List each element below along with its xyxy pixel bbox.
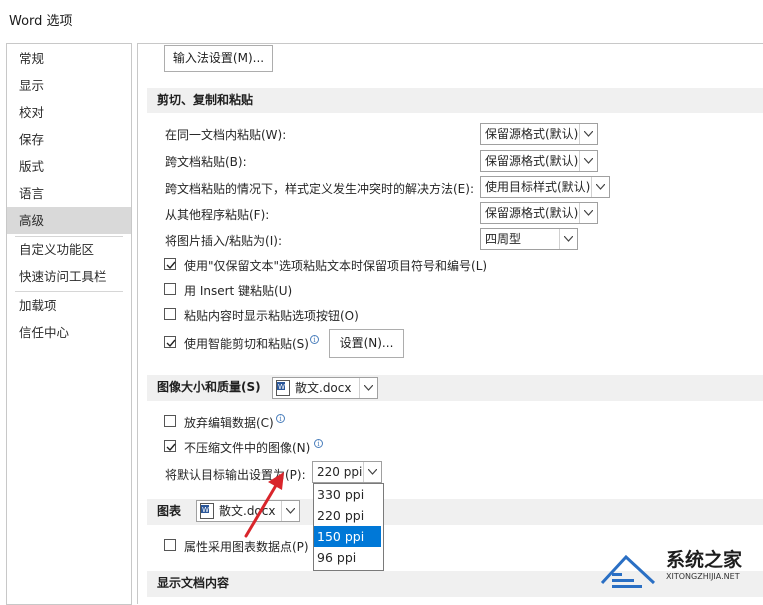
sidebar-item-trust-center[interactable]: 信任中心	[7, 319, 131, 346]
paste-between-docs-label: 跨文档粘贴(B):	[165, 155, 247, 169]
no-compress-images-checkbox[interactable]	[164, 440, 176, 452]
chevron-down-icon	[579, 151, 597, 171]
window-title: Word 选项	[9, 14, 73, 29]
keep-bullets-label: 使用"仅保留文本"选项粘贴文本时保留项目符号和编号(L)	[184, 259, 488, 273]
resolution-option[interactable]: 220 ppi	[314, 505, 381, 526]
resolution-options-list: 330 ppi 220 ppi 150 ppi 96 ppi	[313, 483, 384, 571]
keep-bullets-checkbox[interactable]	[164, 258, 176, 270]
sidebar-item-general[interactable]: 常规	[7, 45, 131, 72]
resolution-option-highlighted[interactable]: 150 ppi	[314, 526, 381, 547]
red-arrow-annotation	[244, 472, 284, 538]
chevron-down-icon	[559, 229, 577, 249]
smart-cut-paste-checkbox[interactable]	[164, 336, 176, 348]
sidebar-item-language[interactable]: 语言	[7, 180, 131, 207]
sidebar-item-save[interactable]: 保存	[7, 126, 131, 153]
insert-key-paste-label: 用 Insert 键粘贴(U)	[184, 284, 293, 298]
info-icon: i	[310, 335, 319, 344]
sidebar-item-customize-ribbon[interactable]: 自定义功能区	[7, 236, 131, 263]
discard-edit-data-label: 放弃编辑数据(C)	[184, 416, 274, 430]
sidebar-item-proofing[interactable]: 校对	[7, 99, 131, 126]
ime-settings-button[interactable]: 输入法设置(M)...	[164, 45, 273, 72]
paste-same-doc-label: 在同一文档内粘贴(W):	[165, 128, 287, 142]
watermark-logo: 系统之家 XITONGZHIJIA.NET	[596, 537, 763, 597]
chart-data-point-checkbox[interactable]	[164, 539, 176, 551]
paste-between-docs-dropdown[interactable]: 保留源格式(默认)	[480, 150, 598, 172]
dropdown-value: 四周型	[485, 232, 522, 246]
sidebar-item-advanced[interactable]: 高级	[7, 207, 131, 234]
sidebar-item-display[interactable]: 显示	[7, 72, 131, 99]
insert-picture-label: 将图片插入/粘贴为(I):	[165, 234, 282, 248]
paste-other-programs-label: 从其他程序粘贴(F):	[165, 208, 270, 222]
watermark-url: XITONGZHIJIA.NET	[666, 572, 740, 581]
word-doc-icon: W	[276, 380, 290, 396]
word-doc-icon: W	[200, 503, 214, 519]
dropdown-value: 散文.docx	[295, 381, 352, 395]
style-conflict-label: 跨文档粘贴的情况下，样式定义发生冲突时的解决方法(E):	[165, 182, 474, 196]
sidebar: 常规 显示 校对 保存 版式 语言 高级 自定义功能区 快速访问工具栏 加载项 …	[6, 43, 132, 605]
insert-picture-dropdown[interactable]: 四周型	[480, 228, 578, 250]
style-conflict-dropdown[interactable]: 使用目标样式(默认)	[480, 176, 610, 198]
info-icon: i	[314, 439, 323, 448]
chevron-down-icon	[591, 177, 609, 197]
show-paste-options-label: 粘贴内容时显示粘贴选项按钮(O)	[184, 309, 359, 323]
image-quality-document-dropdown[interactable]: W 散文.docx	[272, 377, 378, 399]
section-header-image-quality: 图像大小和质量(S)	[147, 375, 763, 401]
title-bar: Word 选项	[0, 0, 763, 36]
dropdown-value: 保留源格式(默认)	[485, 154, 579, 168]
sidebar-item-quick-access-toolbar[interactable]: 快速访问工具栏	[7, 263, 131, 290]
smart-cut-paste-label: 使用智能剪切和粘贴(S)	[184, 337, 309, 351]
resolution-option[interactable]: 330 ppi	[314, 484, 381, 505]
svg-text:W: W	[202, 506, 209, 514]
insert-key-paste-checkbox[interactable]	[164, 283, 176, 295]
svg-text:W: W	[278, 383, 285, 391]
chevron-down-icon	[359, 378, 377, 398]
paste-same-doc-dropdown[interactable]: 保留源格式(默认)	[480, 123, 598, 145]
chevron-down-icon	[363, 462, 381, 482]
paste-other-programs-dropdown[interactable]: 保留源格式(默认)	[480, 202, 598, 224]
chart-section-title: 图表	[157, 504, 182, 518]
default-resolution-dropdown[interactable]: 220 ppi	[312, 461, 382, 483]
watermark-name: 系统之家	[666, 549, 743, 571]
dropdown-value: 保留源格式(默认)	[485, 206, 579, 220]
discard-edit-data-checkbox[interactable]	[164, 415, 176, 427]
dropdown-value: 保留源格式(默认)	[485, 127, 579, 141]
sidebar-item-layout[interactable]: 版式	[7, 153, 131, 180]
chevron-down-icon	[579, 203, 597, 223]
show-paste-options-checkbox[interactable]	[164, 308, 176, 320]
dropdown-value: 220 ppi	[317, 465, 363, 479]
dropdown-value: 使用目标样式(默认)	[485, 180, 591, 194]
image-quality-title: 图像大小和质量(S)	[157, 380, 261, 394]
info-icon: i	[276, 414, 285, 423]
resolution-option[interactable]: 96 ppi	[314, 547, 381, 568]
no-compress-images-label: 不压缩文件中的图像(N)	[184, 441, 311, 455]
sidebar-item-addins[interactable]: 加载项	[7, 292, 131, 319]
smart-paste-settings-button[interactable]: 设置(N)...	[329, 329, 404, 358]
section-header-cut-copy-paste: 剪切、复制和粘贴	[147, 88, 763, 113]
chevron-down-icon	[579, 124, 597, 144]
